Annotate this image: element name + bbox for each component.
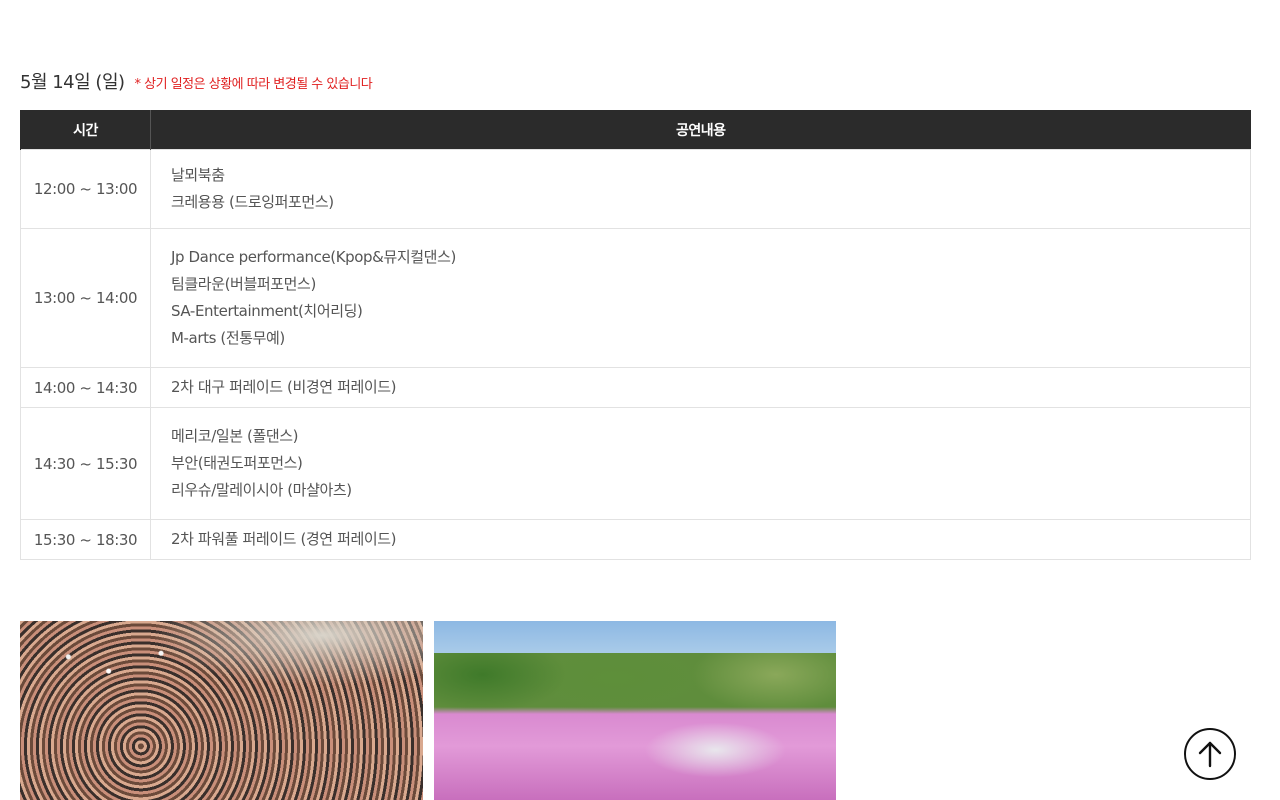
table-row: 14:30 ~ 15:30 메리코/일본 (폴댄스) 부안(태권도퍼포먼스) 리… bbox=[20, 407, 1251, 520]
table-row: 12:00 ~ 13:00 날뫼북춤 크레용용 (드로잉퍼포먼스) bbox=[20, 149, 1251, 229]
performance-item: 크레용용 (드로잉퍼포먼스) bbox=[171, 193, 334, 211]
table-row: 15:30 ~ 18:30 2차 파워풀 퍼레이드 (경연 퍼레이드) bbox=[20, 519, 1251, 560]
time-cell: 12:00 ~ 13:00 bbox=[20, 149, 151, 229]
performance-item: 메리코/일본 (폴댄스) bbox=[171, 427, 299, 445]
table-header-row: 시간 공연내용 bbox=[20, 110, 1251, 150]
scroll-to-top-button[interactable] bbox=[1184, 728, 1236, 780]
performance-item: Jp Dance performance(Kpop&뮤지컬댄스) bbox=[171, 248, 456, 266]
column-header-performance: 공연내용 bbox=[150, 110, 1251, 150]
schedule-change-notice: * 상기 일정은 상황에 따라 변경될 수 있습니다 bbox=[134, 77, 373, 92]
performance-item: SA-Entertainment(치어리딩) bbox=[171, 302, 363, 320]
date-title: 5월 14일 (일) bbox=[20, 72, 125, 93]
performance-item: 날뫼북춤 bbox=[171, 166, 225, 184]
performance-item: 2차 파워풀 퍼레이드 (경연 퍼레이드) bbox=[171, 530, 397, 548]
flower-field-performance-photo bbox=[434, 621, 836, 800]
time-cell: 14:30 ~ 15:30 bbox=[20, 407, 151, 520]
crowd-performance-photo bbox=[20, 621, 423, 800]
performance-item: 팀클라운(버블퍼포먼스) bbox=[171, 275, 316, 293]
schedule-table: 시간 공연내용 12:00 ~ 13:00 날뫼북춤 크레용용 (드로잉퍼포먼스… bbox=[20, 110, 1251, 560]
performance-cell: Jp Dance performance(Kpop&뮤지컬댄스) 팀클라운(버블… bbox=[150, 228, 1251, 368]
column-header-time: 시간 bbox=[20, 110, 151, 150]
table-row: 13:00 ~ 14:00 Jp Dance performance(Kpop&… bbox=[20, 228, 1251, 368]
performance-item: 부안(태권도퍼포먼스) bbox=[171, 454, 303, 472]
time-cell: 15:30 ~ 18:30 bbox=[20, 519, 151, 560]
performance-cell: 날뫼북춤 크레용용 (드로잉퍼포먼스) bbox=[150, 149, 1251, 229]
performance-cell: 2차 대구 퍼레이드 (비경연 퍼레이드) bbox=[150, 367, 1251, 408]
performance-cell: 메리코/일본 (폴댄스) 부안(태권도퍼포먼스) 리우슈/말레이시아 (마샬아츠… bbox=[150, 407, 1251, 520]
performance-item: 리우슈/말레이시아 (마샬아츠) bbox=[171, 481, 352, 499]
time-cell: 13:00 ~ 14:00 bbox=[20, 228, 151, 368]
time-cell: 14:00 ~ 14:30 bbox=[20, 367, 151, 408]
performance-item: M-arts (전통무예) bbox=[171, 329, 285, 347]
schedule-heading: 5월 14일 (일) * 상기 일정은 상황에 따라 변경될 수 있습니다 bbox=[20, 68, 373, 94]
arrow-up-icon bbox=[1198, 741, 1222, 768]
performance-cell: 2차 파워풀 퍼레이드 (경연 퍼레이드) bbox=[150, 519, 1251, 560]
performance-item: 2차 대구 퍼레이드 (비경연 퍼레이드) bbox=[171, 378, 397, 396]
table-row: 14:00 ~ 14:30 2차 대구 퍼레이드 (비경연 퍼레이드) bbox=[20, 367, 1251, 408]
